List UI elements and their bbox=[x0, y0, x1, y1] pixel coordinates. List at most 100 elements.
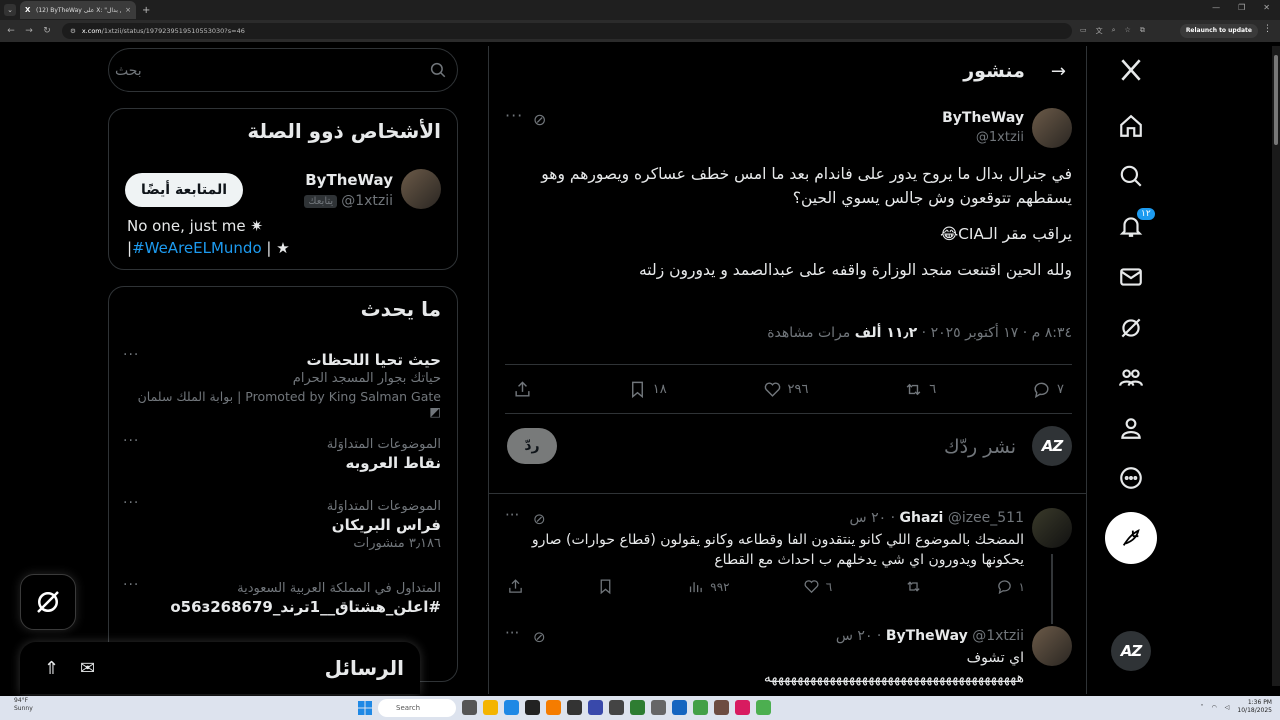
forward-icon[interactable]: → bbox=[22, 26, 36, 36]
nav-profile[interactable] bbox=[1105, 408, 1157, 448]
volume-icon[interactable]: ◁ bbox=[1225, 704, 1230, 711]
repost-button[interactable]: ٦ bbox=[904, 380, 936, 399]
app-icon[interactable] bbox=[609, 700, 624, 715]
tray-chevron-icon[interactable]: ˄ bbox=[1201, 704, 1204, 711]
repost-button[interactable] bbox=[905, 578, 922, 595]
follow-back-button[interactable]: المتابعة أيضًا bbox=[125, 173, 243, 207]
tab-close-icon[interactable]: × bbox=[125, 6, 131, 14]
more-options-icon[interactable]: ··· bbox=[505, 506, 519, 524]
reply-author-name[interactable]: ByTheWay bbox=[886, 628, 968, 644]
reply-author-name[interactable]: Ghazi bbox=[900, 510, 944, 526]
grok-icon[interactable]: ⊘ bbox=[533, 510, 546, 528]
edge-icon[interactable] bbox=[504, 700, 519, 715]
views-button[interactable]: ٩٩٢ bbox=[687, 578, 730, 595]
more-options-icon[interactable]: ··· bbox=[123, 495, 139, 511]
reply-avatar[interactable] bbox=[1032, 508, 1072, 548]
reload-icon[interactable]: ↻ bbox=[40, 26, 54, 36]
taskbar-search[interactable]: Search bbox=[378, 699, 456, 717]
nav-more[interactable] bbox=[1105, 458, 1157, 498]
post-timestamp[interactable]: ٨:٣٤ م · ١٧ أكتوبر ٢٠٢٥ · bbox=[917, 325, 1072, 341]
reply-time[interactable]: ٢٠ س bbox=[836, 628, 873, 644]
reply-time[interactable]: ٢٠ س bbox=[850, 510, 887, 526]
app-icon[interactable] bbox=[693, 700, 708, 715]
nav-communities[interactable] bbox=[1105, 358, 1157, 398]
more-options-icon[interactable]: ··· bbox=[123, 577, 139, 593]
trend-item[interactable]: ··· المتداول في المملكة العربية السعودية… bbox=[123, 577, 441, 616]
trend-item[interactable]: ··· الموضوعات المتداوَلة نقاط العروبه bbox=[123, 433, 441, 472]
bookmark-button[interactable] bbox=[597, 578, 614, 595]
app-icon[interactable] bbox=[630, 700, 645, 715]
author-avatar[interactable] bbox=[1032, 108, 1072, 148]
like-button[interactable]: ٦ bbox=[803, 578, 832, 595]
like-button[interactable]: ٢٩٦ bbox=[763, 380, 808, 399]
trend-item[interactable]: ··· الموضوعات المتداوَلة فراس البريكان ٣… bbox=[123, 495, 441, 551]
share-button[interactable] bbox=[513, 380, 532, 399]
nav-explore[interactable] bbox=[1105, 156, 1157, 196]
compose-post-button[interactable] bbox=[1105, 512, 1157, 564]
reply-button[interactable]: ٧ bbox=[1032, 380, 1064, 399]
search-input[interactable]: بحث bbox=[115, 63, 142, 79]
new-message-icon[interactable]: ✉ bbox=[80, 658, 95, 679]
wifi-icon[interactable]: ◠ bbox=[1212, 704, 1217, 711]
nav-notifications[interactable]: ١٢ bbox=[1105, 206, 1157, 246]
more-options-icon[interactable]: ··· bbox=[123, 347, 139, 363]
x-home-logo[interactable] bbox=[1105, 50, 1157, 90]
grok-icon[interactable]: ⊘ bbox=[533, 110, 546, 129]
reply-item[interactable]: Ghazi @izee_511 · ٢٠ س ⊘ ··· المضحك بالم… bbox=[505, 506, 1072, 624]
tab-search-icon[interactable]: ⌄ bbox=[4, 4, 16, 16]
reply-submit-button[interactable]: ردّ bbox=[507, 428, 557, 464]
reply-author-handle[interactable]: @1xtzii bbox=[972, 628, 1024, 644]
chrome-icon[interactable] bbox=[756, 700, 771, 715]
weather-widget[interactable]: 94°F Sunny bbox=[14, 697, 33, 713]
browser-tab[interactable]: X (12) ByTheWay على X: "في جنرال بدال...… bbox=[20, 1, 136, 19]
expand-drawer-icon[interactable]: ⇑ bbox=[44, 658, 59, 679]
browser-menu-icon[interactable]: ⋮ bbox=[1263, 24, 1272, 34]
reply-item[interactable]: ByTheWay @1xtzii · ٢٠ س ⊘ ··· اي تشوف هه… bbox=[505, 624, 1072, 694]
messages-drawer[interactable]: الرسائل ✉ ⇑ bbox=[20, 642, 420, 694]
grok-floating-button[interactable] bbox=[20, 574, 76, 630]
translate-icon[interactable]: 文 bbox=[1096, 26, 1103, 36]
reply-avatar[interactable] bbox=[1032, 626, 1072, 666]
more-options-icon[interactable]: ··· bbox=[505, 624, 519, 642]
windows-start-icon[interactable] bbox=[358, 701, 372, 715]
nav-home[interactable] bbox=[1105, 106, 1157, 146]
steam-icon[interactable] bbox=[672, 700, 687, 715]
author-handle[interactable]: @1xtzii bbox=[976, 130, 1024, 145]
nav-grok[interactable] bbox=[1105, 308, 1157, 348]
bookmark-button[interactable]: ١٨ bbox=[628, 380, 667, 399]
back-arrow-icon[interactable]: → bbox=[1051, 61, 1066, 82]
site-info-icon[interactable]: ⚙ bbox=[70, 27, 76, 35]
extensions-icon[interactable]: ⧉ bbox=[1140, 26, 1145, 36]
new-tab-button[interactable]: + bbox=[142, 5, 150, 16]
clock[interactable]: 1:36 PM 10/18/2025 bbox=[1237, 699, 1272, 715]
app-icon[interactable] bbox=[525, 700, 540, 715]
app-icon[interactable] bbox=[651, 700, 666, 715]
bio-hashtag[interactable]: #WeAreELMundo bbox=[132, 239, 262, 257]
app-icon[interactable] bbox=[567, 700, 582, 715]
share-button[interactable] bbox=[507, 578, 524, 595]
minimize-icon[interactable]: — bbox=[1212, 3, 1220, 12]
url-field[interactable]: ⚙ x.com/1xtzii/status/197923951951055303… bbox=[62, 23, 1072, 39]
app-icon[interactable] bbox=[735, 700, 750, 715]
file-explorer-icon[interactable] bbox=[483, 700, 498, 715]
related-avatar[interactable] bbox=[401, 169, 441, 209]
grok-icon[interactable]: ⊘ bbox=[533, 628, 546, 646]
more-options-icon[interactable]: ··· bbox=[505, 106, 523, 125]
account-switcher[interactable]: AZ bbox=[1111, 631, 1151, 671]
relaunch-button[interactable]: Relaunch to update bbox=[1179, 24, 1258, 38]
reply-author-handle[interactable]: @izee_511 bbox=[948, 510, 1024, 526]
related-name[interactable]: ByTheWay bbox=[305, 171, 393, 189]
zoom-icon[interactable]: ⌕ bbox=[1112, 26, 1116, 36]
maximize-icon[interactable]: ❐ bbox=[1238, 3, 1245, 12]
close-window-icon[interactable]: ✕ bbox=[1263, 3, 1270, 12]
author-name[interactable]: ByTheWay bbox=[942, 110, 1024, 126]
bookmark-star-icon[interactable]: ☆ bbox=[1125, 26, 1131, 36]
search-box[interactable]: بحث bbox=[108, 48, 458, 92]
reply-button[interactable]: ١ bbox=[996, 578, 1025, 595]
reply-input[interactable]: نشر ردّك bbox=[944, 436, 1016, 458]
related-handle[interactable]: @1xtzii bbox=[341, 193, 393, 209]
trend-item[interactable]: ··· حيث تحيا اللحظات حياتك بجوار المسجد … bbox=[123, 347, 441, 419]
more-options-icon[interactable]: ··· bbox=[123, 433, 139, 449]
task-view-icon[interactable] bbox=[462, 700, 477, 715]
nav-messages[interactable] bbox=[1105, 257, 1157, 297]
